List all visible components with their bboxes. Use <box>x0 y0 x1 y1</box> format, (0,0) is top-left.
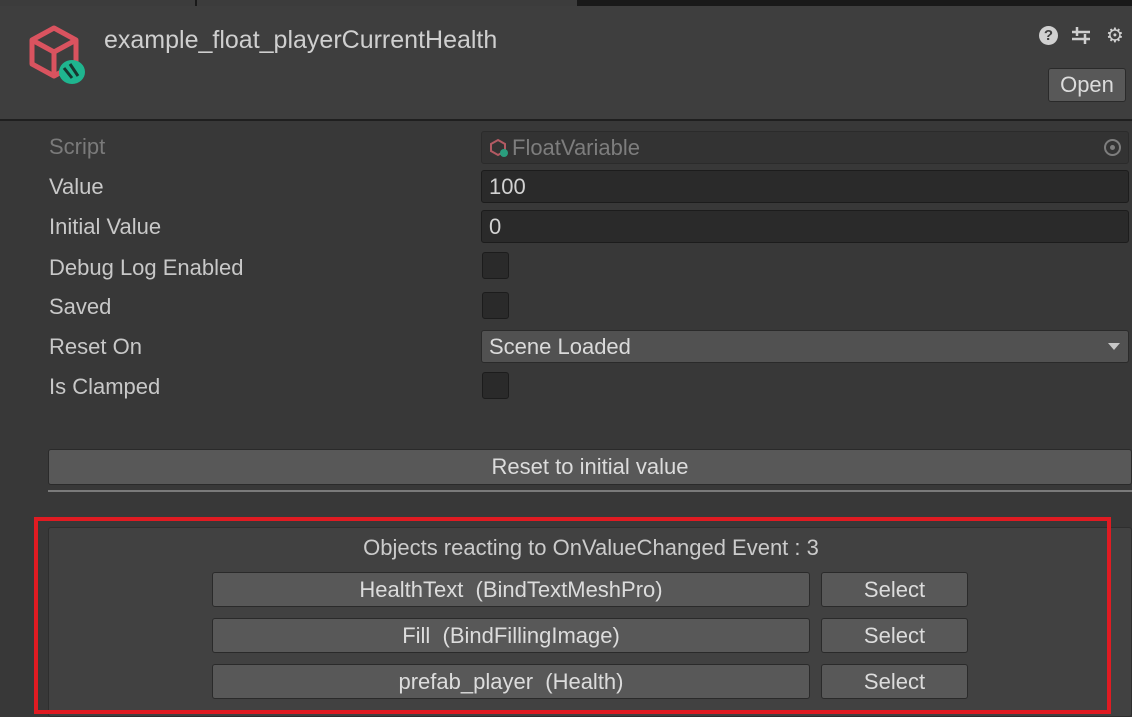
debug-log-enabled-label: Debug Log Enabled <box>49 255 244 280</box>
value-label: Value <box>49 174 104 199</box>
saved-checkbox[interactable] <box>482 292 509 319</box>
reset-on-dropdown[interactable]: Scene Loaded <box>481 330 1129 363</box>
header-icons: ? ⚙ <box>1039 24 1126 47</box>
script-label: Script <box>49 134 106 159</box>
asset-header: example_float_playerCurrentHealth ? ⚙ Op… <box>0 6 1132 121</box>
reset-on-label: Reset On <box>49 334 142 359</box>
settings-gear-icon[interactable]: ⚙ <box>1104 24 1126 47</box>
saved-label: Saved <box>49 294 112 319</box>
open-button[interactable]: Open <box>1048 68 1126 102</box>
separator <box>48 490 1132 492</box>
value-field[interactable]: 100 <box>481 170 1129 203</box>
scriptable-object-icon <box>490 138 508 157</box>
is-clamped-label: Is Clamped <box>49 374 161 399</box>
object-picker-icon[interactable] <box>1104 139 1121 156</box>
initial-value-label: Initial Value <box>49 214 162 239</box>
highlight-box <box>34 517 1111 714</box>
help-icon[interactable]: ? <box>1039 25 1058 45</box>
reset-on-value: Scene Loaded <box>489 333 631 359</box>
preset-sliders-icon[interactable] <box>1070 24 1092 46</box>
initial-value-field[interactable]: 0 <box>481 210 1129 243</box>
reset-to-initial-value-button[interactable]: Reset to initial value <box>48 449 1132 485</box>
dropdown-arrow-icon <box>1108 343 1120 350</box>
script-field: FloatVariable <box>481 131 1129 164</box>
debug-log-enabled-checkbox[interactable] <box>482 252 509 279</box>
inspector-window: example_float_playerCurrentHealth ? ⚙ Op… <box>0 0 1132 717</box>
is-clamped-checkbox[interactable] <box>482 372 509 399</box>
script-value: FloatVariable <box>512 134 640 160</box>
asset-title: example_float_playerCurrentHealth <box>104 26 498 54</box>
scriptable-object-icon <box>29 25 85 84</box>
